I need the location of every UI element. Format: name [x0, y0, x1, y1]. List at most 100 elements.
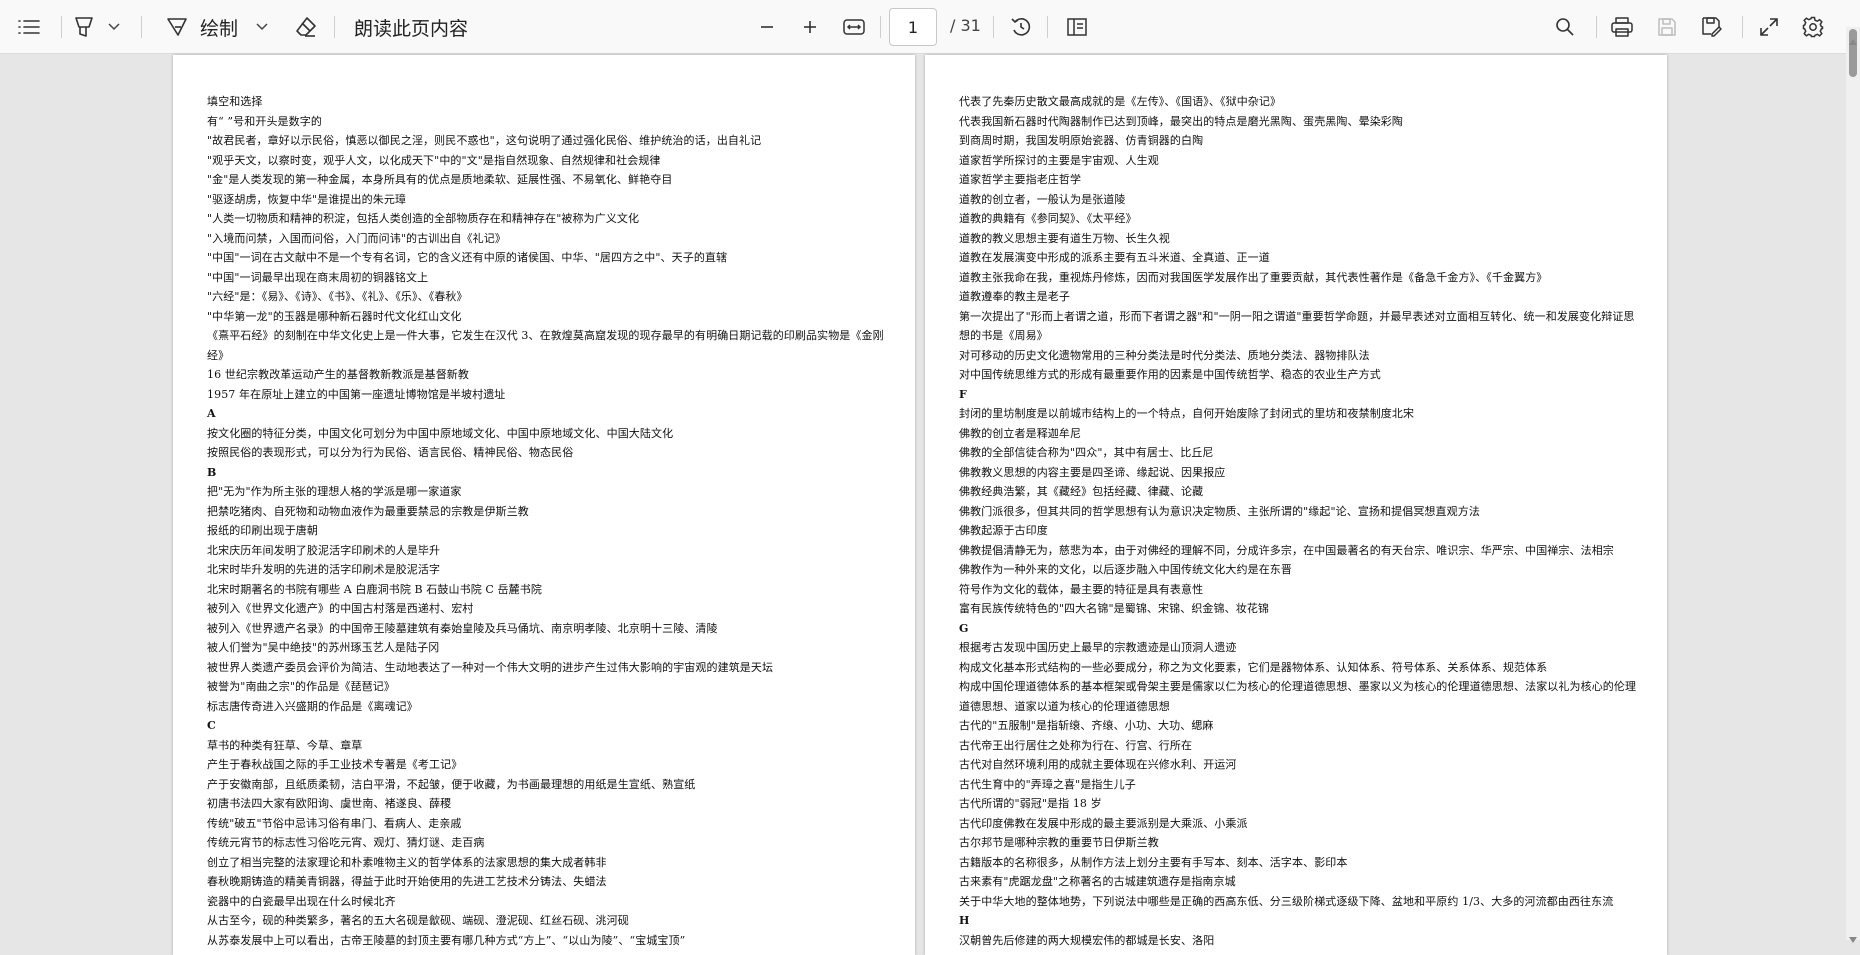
text-line: 古代印度佛教在发展中形成的最主要派别是大乘派、小乘派 [959, 816, 1248, 830]
page-text-left: 填空和选择 有“ ”号和开头是数字的 "故君民者，章好以示民俗，慎恶以御民之淫，则民… [207, 92, 887, 950]
scrollbar-thumb[interactable] [1849, 29, 1857, 77]
text-line: 道教主张我命在我，重视炼丹修炼，因而对我国医学发展作出了重要贡献，其代表性著作是… [959, 270, 1548, 284]
toolbar-separator [1047, 16, 1048, 38]
text-line: 《熹平石经》的刻制在中华文化史上是一件大事，它发生在汉代 3、在敦煌莫高窟发现的… [207, 329, 884, 362]
text-line: 佛教提倡清静无为，慈悲为本，由于对佛经的理解不同，分成许多宗，在中国最著名的有天… [959, 543, 1614, 557]
rotate-icon [1010, 16, 1032, 38]
toolbar-separator [993, 16, 994, 38]
fit-width-button[interactable] [838, 12, 870, 42]
vertical-scrollbar[interactable] [1846, 27, 1860, 940]
text-line: 创立了相当完整的法家理论和朴素唯物主义的哲学体系的法家思想的集大成者韩非 [207, 855, 607, 869]
search-icon [1555, 17, 1575, 37]
document-page-right: 代表了先秦历史散文最高成就的是《左传》、《国语》、《狱中杂记》代表我国新石器时代… [925, 55, 1667, 955]
save-as-icon [1701, 16, 1723, 38]
print-icon [1611, 17, 1633, 37]
text-line: 填空和选择 [207, 95, 263, 108]
text-line: "驱逐胡虏，恢复中华"是谁提出的朱元璋 [207, 192, 407, 206]
text-line: 构成文化基本形式结构的一些必要成分，称之为文化要素，它们是器物体系、认知体系、符… [959, 660, 1548, 674]
text-line: 古代生育中的"弄璋之喜"是指生儿子 [959, 777, 1136, 791]
text-line: 古代对自然环境利用的成就主要体现在兴修水利、开运河 [959, 758, 1237, 771]
text-line: 道教在发展演变中形成的派系主要有五斗米道、全真道、正一道 [959, 251, 1270, 264]
text-line: 道家哲学主要指老庄哲学 [959, 173, 1082, 186]
search-button[interactable] [1550, 12, 1580, 42]
eraser-button[interactable] [292, 12, 320, 42]
text-line: "观乎天文，以察时变，观乎人文，以化成天下"中的"文"是指自然现象、自然规律和社… [207, 153, 661, 167]
text-line: 关于中华大地的整体地势，下列说法中哪些是正确的西高东低、分三级阶梯式逐级下降、盆… [959, 894, 1614, 908]
fit-width-icon [843, 19, 865, 35]
text-line: 佛教作为一种外来的文化，以后逐步融入中国传统文化大约是在东晋 [959, 563, 1292, 576]
page-number-input[interactable] [889, 8, 937, 46]
text-line: 封闭的里坊制度是以前城市结构上的一个特点，自何开始废除了封闭式的里坊和夜禁制度北… [959, 407, 1415, 420]
toolbar-separator [61, 16, 62, 38]
text-line: 报纸的印刷出现于唐朝 [207, 524, 318, 537]
fullscreen-icon [1759, 17, 1779, 37]
text-line: 北宋庆历年间发明了胶泥活字印刷术的人是毕升 [207, 543, 441, 557]
text-line: 传统元宵节的标志性习俗吃元宵、观灯、猜灯谜、走百病 [207, 836, 485, 849]
page-total-label: / 31 [950, 16, 981, 35]
text-line: 产于安徽南部，且纸质柔韧，洁白平滑，不起皱，便于收藏，为书画最理想的用纸是生宣纸… [207, 777, 696, 791]
highlight-icon [74, 16, 94, 38]
text-line: 符号作为文化的载体，最主要的特征是具有表意性 [959, 582, 1204, 596]
save-as-button[interactable] [1697, 12, 1727, 42]
text-line: 标志唐传奇进入兴盛期的作品是《离魂记》 [207, 699, 418, 713]
text-line: 1957 年在原址上建立的中国第一座遗址博物馆是半坡村遗址 [207, 387, 506, 401]
text-line: 代表我国新石器时代陶器制作已达到顶峰，最突出的特点是磨光黑陶、蛋壳黑陶、晕染彩陶 [959, 114, 1403, 128]
page-view-button[interactable] [1062, 12, 1092, 42]
section-letter-heading: B [207, 465, 217, 479]
section-letter-heading: A [207, 407, 216, 420]
reader-toolbar: 绘制 朗读此页内容 / 31 [0, 0, 1860, 54]
text-line: 草书的种类有狂草、今草、章草 [207, 738, 363, 752]
text-line: 代表了先秦历史散文最高成就的是《左传》、《国语》、《狱中杂记》 [959, 95, 1282, 108]
text-line: 构成中国伦理道德体系的基本框架或骨架主要是儒家以仁为核心的伦理道德思想、墨家以义… [959, 680, 1637, 713]
text-line: 被誉为"南曲之宗"的作品是《琵琶记》 [207, 680, 395, 693]
text-line: 第一次提出了"形而上者谓之道，形而下者谓之器"和"一阴一阳之谓道"重要哲学命题，… [959, 309, 1635, 343]
section-letter-heading: H [959, 914, 970, 927]
text-line: 把"无为"作为所主张的理想人格的学派是哪一家道家 [207, 485, 462, 498]
text-line: 按文化圈的特征分类，中国文化可划分为中国中原地域文化、中国中原地域文化、中国大陆… [207, 426, 674, 440]
text-line: 古代所谓的"弱冠"是指 18 岁 [959, 797, 1102, 810]
text-line: 道教遵奉的教主是老子 [959, 290, 1070, 303]
text-line: 道教的典籍有《参同契》、《太平经》 [959, 212, 1137, 225]
text-line: 古来素有"虎踞龙盘"之称著名的古城建筑遗存是指南京城 [959, 875, 1236, 888]
page-text-right: 代表了先秦历史散文最高成就的是《左传》、《国语》、《狱中杂记》代表我国新石器时代… [959, 92, 1639, 950]
text-line: 初唐书法四大家有欧阳询、虞世南、褚遂良、薛稷 [207, 797, 452, 810]
text-line: 古代帝王出行居住之处称为行在、行宫、行所在 [959, 738, 1193, 752]
draw-button[interactable] [164, 12, 190, 42]
contents-button[interactable] [14, 12, 44, 42]
draw-options-button[interactable] [252, 12, 272, 42]
document-page-left: 填空和选择 有“ ”号和开头是数字的 "故君民者，章好以示民俗，慎恶以御民之淫，则民… [173, 55, 915, 955]
toolbar-separator [880, 16, 881, 38]
settings-button[interactable] [1798, 12, 1828, 42]
fullscreen-button[interactable] [1754, 12, 1784, 42]
text-line: 佛教的全部信徒合称为"四众"，其中有居士、比丘尼 [959, 446, 1214, 459]
text-line: 春秋晚期铸造的精美青铜器，得益于此时开始使用的先进工艺技术分铸法、失蜡法 [207, 875, 607, 888]
text-line: 北宋时毕升发明的先进的活字印刷术是胶泥活字 [207, 563, 441, 576]
rotate-button[interactable] [1006, 12, 1036, 42]
text-line: 佛教起源于古印度 [959, 524, 1048, 537]
text-line: "人类一切物质和精神的积淀，包括人类创造的全部物质存在和精神存在"被称为广义文化 [207, 212, 640, 225]
highlight-options-button[interactable] [104, 12, 124, 42]
zoom-in-icon [802, 19, 818, 35]
text-line: 传统"破五"节俗中忌讳习俗有串门、看病人、走亲戚 [207, 816, 462, 830]
scroll-up-arrow[interactable] [1849, 30, 1857, 45]
read-aloud-button[interactable]: 朗读此页内容 [354, 12, 468, 42]
save-button[interactable] [1652, 12, 1682, 42]
zoom-in-button[interactable] [795, 12, 825, 42]
text-line: 被世界人类遗产委员会评价为简洁、生动地表达了一种对一个伟大文明的进步产生过伟大影… [207, 660, 774, 674]
text-line: 北宋时期著名的书院有哪些 A 白鹿洞书院 B 石鼓山书院 C 岳麓书院 [207, 582, 542, 596]
highlight-button[interactable] [70, 12, 98, 42]
text-line: 对可移动的历史文化遗物常用的三种分类法是时代分类法、质地分类法、器物排队法 [959, 348, 1370, 362]
text-line: "中国"一词在古文献中不是一个专有名词，它的含义还有中原的诸侯国、中华、"居四方… [207, 251, 728, 264]
print-button[interactable] [1606, 12, 1638, 42]
text-line: 佛教门派很多，但其共同的哲学思想有认为意识决定物质、主张所谓的"缘起"论、宣扬和… [959, 504, 1480, 518]
toolbar-separator [334, 16, 335, 38]
draw-label[interactable]: 绘制 [200, 12, 238, 42]
text-line: 道家哲学所探讨的主要是宇宙观、人生观 [959, 153, 1159, 167]
text-line: "金"是人类发现的第一种金属，本身所具有的优点是质地柔软、延展性强、不易氧化、鲜… [207, 173, 673, 186]
scroll-down-arrow[interactable] [1849, 928, 1857, 943]
text-line: 从古至今，砚的种类繁多，著名的五大名砚是歙砚、端砚、澄泥砚、红丝石砚、洮河砚 [207, 914, 629, 927]
text-line: 佛教经典浩繁，其《藏经》包括经藏、律藏、论藏 [959, 485, 1204, 498]
text-line: 到商周时期，我国发明原始瓷器、仿青铜器的白陶 [959, 134, 1204, 147]
text-line: 16 世纪宗教改革运动产生的基督教新教派是基督新教 [207, 368, 469, 381]
zoom-out-button[interactable] [752, 12, 782, 42]
